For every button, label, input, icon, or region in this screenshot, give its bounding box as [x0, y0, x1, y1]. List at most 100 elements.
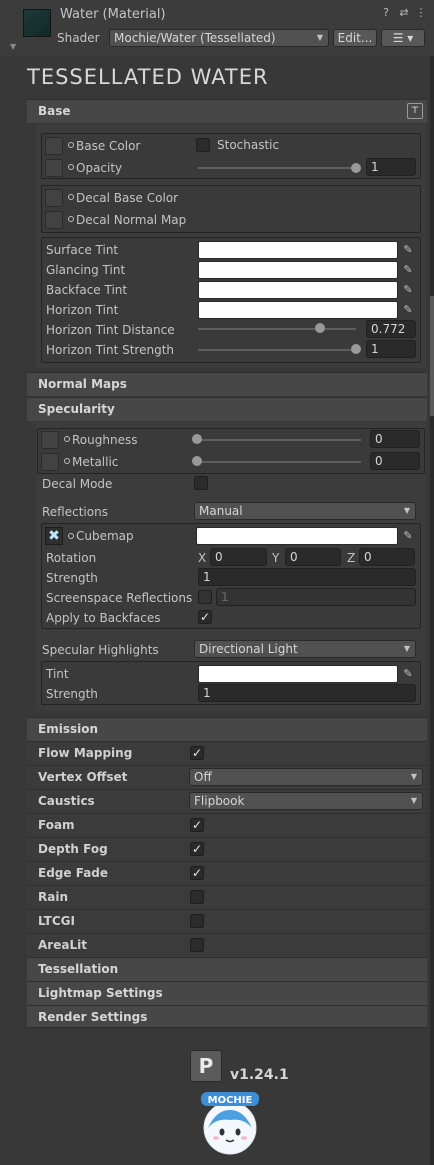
eyedropper-icon[interactable]: ✎ — [401, 529, 415, 543]
shader-dropdown[interactable]: Mochie/Water (Tessellated) ▼ — [109, 29, 329, 47]
section-specularity[interactable]: Specularity — [27, 397, 427, 421]
roughness-slider-track[interactable] — [196, 439, 361, 441]
eyedropper-icon[interactable]: ✎ — [401, 243, 415, 257]
row-caustics[interactable]: Caustics Flipbook ▼ — [27, 789, 427, 813]
reset-section-icon[interactable]: ⊤ — [407, 103, 423, 119]
reflections-dropdown[interactable]: Manual ▼ — [194, 502, 416, 520]
section-normal-maps[interactable]: Normal Maps — [27, 372, 427, 396]
opacity-slider-track[interactable] — [198, 167, 356, 169]
edge-fade-checkbox[interactable]: ✓ — [190, 866, 204, 880]
more-menu-icon[interactable]: ⋮ — [414, 6, 428, 20]
cubemap-color[interactable] — [196, 527, 398, 545]
edit-shader-button[interactable]: Edit... — [333, 29, 377, 47]
vertex-offset-dropdown[interactable]: Off ▼ — [189, 768, 423, 786]
vertex-offset-label: Vertex Offset — [38, 770, 128, 784]
glancing-tint-color[interactable] — [198, 261, 398, 279]
metallic-value-field[interactable]: 0 — [370, 452, 420, 470]
row-flow-mapping[interactable]: Flow Mapping ✓ — [27, 741, 427, 765]
decal-base-color-label: Decal Base Color — [76, 191, 179, 205]
eyedropper-icon[interactable]: ✎ — [401, 283, 415, 297]
arealit-checkbox[interactable] — [190, 938, 204, 952]
texture-options-icon[interactable] — [68, 216, 74, 222]
eyedropper-icon[interactable]: ✎ — [401, 303, 415, 317]
row-depth-fog[interactable]: Depth Fog ✓ — [27, 837, 427, 861]
metallic-slider-knob[interactable] — [192, 456, 202, 466]
horizon-strength-slider-knob[interactable] — [351, 344, 361, 354]
roughness-texture-slot[interactable] — [41, 431, 59, 449]
row-vertex-offset[interactable]: Vertex Offset Off ▼ — [27, 765, 427, 789]
base-color-texture-slot[interactable] — [45, 137, 63, 155]
depth-fog-checkbox[interactable]: ✓ — [190, 842, 204, 856]
texture-options-icon[interactable] — [68, 194, 74, 200]
ltcgi-checkbox[interactable] — [190, 914, 204, 928]
ssr-label: Screenspace Reflections — [46, 591, 193, 605]
ltcgi-label: LTCGI — [38, 914, 75, 928]
roughness-value-field[interactable]: 0 — [370, 430, 420, 448]
decal-normal-map-slot[interactable] — [45, 211, 63, 229]
dropdown-caret-icon: ▼ — [403, 644, 410, 653]
decal-base-color-slot[interactable] — [45, 189, 63, 207]
horizon-strength-field[interactable]: 1 — [366, 340, 416, 358]
patreon-logo-button[interactable]: P — [190, 1050, 222, 1082]
section-lightmap-settings[interactable]: Lightmap Settings — [27, 981, 427, 1005]
help-icon[interactable]: ? — [379, 6, 393, 20]
foam-checkbox[interactable]: ✓ — [190, 818, 204, 832]
metallic-slider-track[interactable] — [196, 461, 361, 463]
row-foam[interactable]: Foam ✓ — [27, 813, 427, 837]
opacity-slider-knob[interactable] — [351, 163, 361, 173]
specular-highlights-dropdown[interactable]: Directional Light ▼ — [194, 640, 416, 658]
row-edge-fade[interactable]: Edge Fade ✓ — [27, 861, 427, 885]
scrollbar-thumb[interactable] — [430, 296, 434, 416]
flow-mapping-checkbox[interactable]: ✓ — [190, 746, 204, 760]
eyedropper-icon[interactable]: ✎ — [401, 667, 415, 681]
opacity-value-field[interactable]: 1 — [366, 158, 416, 176]
highlight-strength-field[interactable]: 1 — [198, 684, 416, 702]
eyedropper-icon[interactable]: ✎ — [401, 263, 415, 277]
metallic-texture-slot[interactable] — [41, 453, 59, 471]
opacity-texture-slot[interactable] — [45, 159, 63, 177]
base-color-label: Base Color — [76, 139, 141, 153]
texture-options-icon[interactable] — [68, 142, 74, 148]
texture-options-icon[interactable] — [64, 458, 70, 464]
texture-options-icon[interactable] — [64, 436, 70, 442]
foldout-arrow-icon[interactable]: ▼ — [10, 42, 16, 51]
cubemap-strength-field[interactable]: 1 — [198, 568, 416, 586]
highlight-tint-label: Tint — [46, 667, 69, 681]
row-arealit[interactable]: AreaLit — [27, 933, 427, 957]
metallic-label: Metallic — [72, 455, 119, 469]
apply-backfaces-checkbox[interactable]: ✓ — [198, 610, 212, 624]
horizon-distance-field[interactable]: 0.772 — [366, 320, 416, 338]
horizon-strength-slider-track[interactable] — [198, 349, 356, 351]
preset-icon[interactable]: ⇄ — [397, 6, 411, 20]
material-preview-thumbnail[interactable] — [23, 9, 51, 37]
ssr-checkbox[interactable] — [198, 590, 212, 604]
highlight-tint-color[interactable] — [198, 665, 398, 683]
texture-options-icon[interactable] — [68, 164, 74, 170]
shader-options-button[interactable]: ☰ ▾ — [381, 29, 425, 47]
decal-mode-checkbox[interactable] — [194, 476, 208, 490]
rotation-y-field[interactable]: 0 — [285, 548, 341, 566]
mochie-mascot-logo[interactable]: MOCHIE — [196, 1088, 264, 1156]
section-base[interactable]: Base ⊤ — [27, 99, 427, 123]
cubemap-texture-slot[interactable]: ✖ — [45, 527, 63, 545]
stochastic-checkbox[interactable] — [196, 138, 210, 152]
row-ltcgi[interactable]: LTCGI — [27, 909, 427, 933]
horizon-distance-slider-track[interactable] — [198, 328, 356, 330]
row-rain[interactable]: Rain — [27, 885, 427, 909]
section-tessellation[interactable]: Tessellation — [27, 957, 427, 981]
texture-options-icon[interactable] — [68, 533, 74, 539]
horizon-tint-color[interactable] — [198, 301, 398, 319]
rotation-z-field[interactable]: 0 — [359, 548, 415, 566]
rain-checkbox[interactable] — [190, 890, 204, 904]
surface-tint-color[interactable] — [198, 241, 398, 259]
rotation-x-field[interactable]: 0 — [210, 548, 267, 566]
version-label: v1.24.1 — [230, 1067, 289, 1083]
caustics-dropdown[interactable]: Flipbook ▼ — [189, 792, 423, 810]
horizon-distance-slider-knob[interactable] — [314, 323, 325, 333]
scrollbar[interactable] — [430, 56, 434, 1165]
mascot-text: MOCHIE — [208, 1095, 253, 1106]
roughness-slider-knob[interactable] — [192, 434, 202, 444]
section-emission[interactable]: Emission — [27, 717, 427, 741]
section-render-settings[interactable]: Render Settings — [27, 1005, 427, 1028]
backface-tint-color[interactable] — [198, 281, 398, 299]
